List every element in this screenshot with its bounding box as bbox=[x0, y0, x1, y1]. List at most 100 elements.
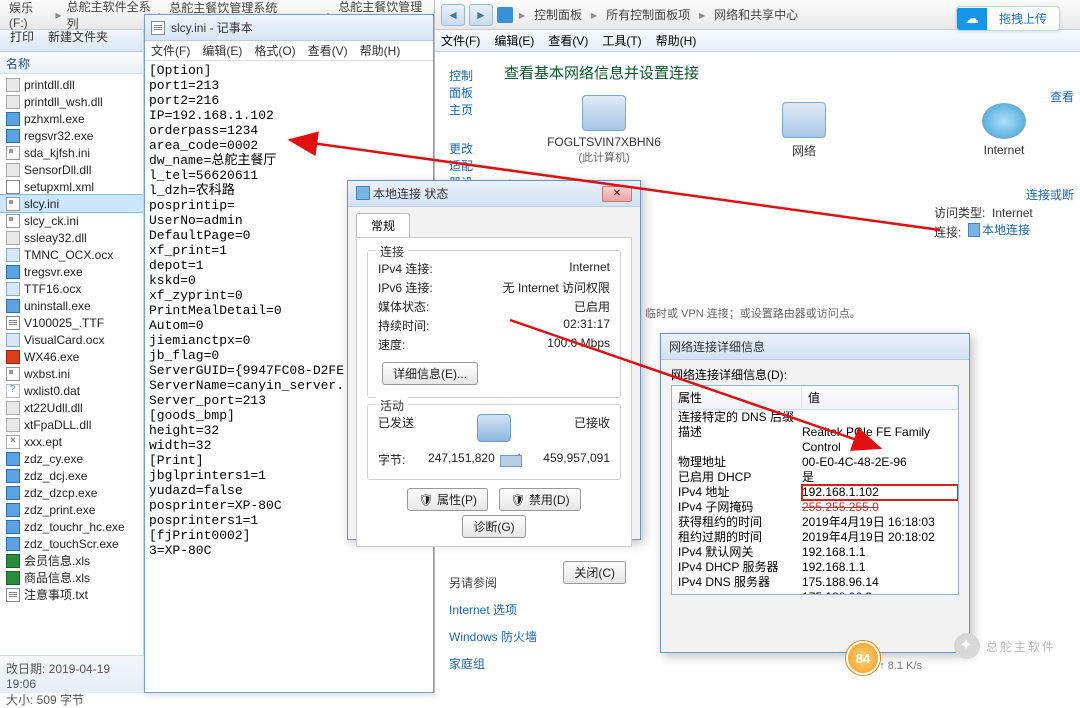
connect-disconnect-link[interactable]: 连接或断 bbox=[1026, 186, 1074, 203]
file-item[interactable]: zdz_dcj.exe bbox=[0, 467, 143, 484]
toolbar-print[interactable]: 打印 bbox=[10, 28, 34, 45]
nav-fwd-button[interactable]: ► bbox=[469, 4, 493, 26]
details-button[interactable]: 详细信息(E)... bbox=[382, 362, 478, 385]
file-item[interactable]: slcy_ck.ini bbox=[0, 212, 143, 229]
file-item[interactable]: SensorDll.dll bbox=[0, 161, 143, 178]
cp-crumb-1[interactable]: 所有控制面板项 bbox=[603, 6, 693, 23]
node-internet[interactable]: Internet bbox=[944, 103, 1064, 157]
np-menu-format[interactable]: 格式(O) bbox=[254, 42, 295, 59]
network-icon bbox=[782, 102, 826, 138]
cp-menu-file[interactable]: 文件(F) bbox=[441, 32, 480, 49]
detail-row[interactable]: 租约过期的时间2019年4月19日 20:18:02 bbox=[672, 530, 958, 545]
details-columns[interactable]: 属性 值 bbox=[672, 386, 958, 410]
detail-row[interactable]: IPv4 DHCP 服务器192.168.1.1 bbox=[672, 560, 958, 575]
detail-row[interactable]: 获得租约的时间2019年4月19日 16:18:03 bbox=[672, 515, 958, 530]
file-item[interactable]: zdz_dzcp.exe bbox=[0, 484, 143, 501]
view-full-map-link[interactable]: 查看 bbox=[1050, 88, 1074, 105]
file-item[interactable]: WX46.exe bbox=[0, 348, 143, 365]
local-connection-link[interactable]: 本地连接 bbox=[968, 221, 1030, 238]
detail-row[interactable]: 物理地址00-E0-4C-48-2E-96 bbox=[672, 455, 958, 470]
details-titlebar[interactable]: 网络连接详细信息 bbox=[661, 334, 969, 360]
crumb-1[interactable]: 总舵主软件全系列 bbox=[64, 0, 157, 32]
detail-row[interactable]: 175.188.96.9 bbox=[672, 590, 958, 595]
file-item[interactable]: zdz_touchScr.exe bbox=[0, 535, 143, 552]
file-name: setupxml.xml bbox=[24, 180, 94, 194]
file-item[interactable]: printdll_wsh.dll bbox=[0, 93, 143, 110]
file-item[interactable]: xt22Udll.dll bbox=[0, 399, 143, 416]
cp-menu-help[interactable]: 帮助(H) bbox=[656, 32, 697, 49]
upload-button[interactable]: ☁ 拖拽上传 bbox=[956, 6, 1060, 31]
file-item[interactable]: slcy.ini bbox=[0, 195, 143, 212]
file-item[interactable]: zdz_touchr_hc.exe bbox=[0, 518, 143, 535]
file-item[interactable]: printdll.dll bbox=[0, 76, 143, 93]
detail-row[interactable]: IPv4 DNS 服务器175.188.96.14 bbox=[672, 575, 958, 590]
file-name: regsvr32.exe bbox=[24, 129, 93, 143]
close-button[interactable]: ✕ bbox=[602, 186, 632, 202]
col-value[interactable]: 值 bbox=[802, 386, 958, 409]
cp-crumb-2[interactable]: 网络和共享中心 bbox=[711, 6, 801, 23]
tab-general[interactable]: 常规 bbox=[356, 213, 410, 237]
detail-row[interactable]: IPv4 默认网关192.168.1.1 bbox=[672, 545, 958, 560]
file-icon bbox=[6, 146, 20, 160]
file-item[interactable]: TMNC_OCX.ocx bbox=[0, 246, 143, 263]
cp-side-home[interactable]: 控制面板主页 bbox=[449, 64, 474, 121]
status-dialog-titlebar[interactable]: 本地连接 状态 ✕ bbox=[348, 181, 640, 207]
detail-row[interactable]: 连接特定的 DNS 后缀 bbox=[672, 410, 958, 425]
file-name: zdz_touchScr.exe bbox=[24, 537, 119, 551]
diagnose-button[interactable]: 诊断(G) bbox=[462, 515, 525, 538]
status-row: 速度:100.0 Mbps bbox=[378, 335, 610, 354]
file-item[interactable]: wxlist0.dat bbox=[0, 382, 143, 399]
speed-badge[interactable]: 84 bbox=[846, 641, 880, 675]
col-property[interactable]: 属性 bbox=[672, 386, 802, 409]
node-pc-name: FOGLTSVIN7XBHN6 bbox=[544, 135, 664, 149]
column-header-name[interactable]: 名称 bbox=[0, 52, 143, 74]
disable-button[interactable]: 🛡 禁用(D) bbox=[499, 488, 580, 511]
file-icon bbox=[6, 180, 20, 194]
crumb-0[interactable]: 娱乐 (F:) bbox=[6, 0, 54, 30]
np-menu-help[interactable]: 帮助(H) bbox=[360, 42, 401, 59]
close-dialog-button[interactable]: 关闭(C) bbox=[563, 561, 626, 584]
upload-label: 拖拽上传 bbox=[987, 7, 1059, 30]
file-icon bbox=[6, 520, 20, 534]
details-list[interactable]: 属性 值 连接特定的 DNS 后缀描述Realtek PCIe FE Famil… bbox=[671, 385, 959, 595]
np-menu-edit[interactable]: 编辑(E) bbox=[202, 42, 242, 59]
detail-row[interactable]: 描述Realtek PCIe FE Family Control bbox=[672, 425, 958, 455]
cp-crumb-0[interactable]: 控制面板 bbox=[531, 6, 585, 23]
cp-menu-edit[interactable]: 编辑(E) bbox=[494, 32, 534, 49]
group-activity: 活动 已发送 已接收 字节:247,151,820|459,957,091 bbox=[367, 404, 621, 480]
file-item[interactable]: 商品信息.xls bbox=[0, 569, 143, 586]
node-this-pc[interactable]: FOGLTSVIN7XBHN6 (此计算机) bbox=[544, 95, 664, 165]
detail-row[interactable]: IPv4 地址192.168.1.102 bbox=[672, 485, 958, 500]
file-item[interactable]: xxx.ept bbox=[0, 433, 143, 450]
cp-menu-view[interactable]: 查看(V) bbox=[548, 32, 588, 49]
file-item[interactable]: V100025_.TTF bbox=[0, 314, 143, 331]
file-item[interactable]: 会员信息.xls bbox=[0, 552, 143, 569]
file-item[interactable]: regsvr32.exe bbox=[0, 127, 143, 144]
file-icon bbox=[6, 265, 20, 279]
file-item[interactable]: uninstall.exe bbox=[0, 297, 143, 314]
detail-row[interactable]: IPv4 子网掩码255.255.255.0 bbox=[672, 500, 958, 515]
file-item[interactable]: ssleay32.dll bbox=[0, 229, 143, 246]
file-icon bbox=[6, 350, 20, 364]
file-item[interactable]: setupxml.xml bbox=[0, 178, 143, 195]
file-item[interactable]: sda_kjfsh.ini bbox=[0, 144, 143, 161]
file-item[interactable]: xtFpaDLL.dll bbox=[0, 416, 143, 433]
cp-menu-tools[interactable]: 工具(T) bbox=[602, 32, 641, 49]
file-item[interactable]: zdz_print.exe bbox=[0, 501, 143, 518]
file-item[interactable]: zdz_cy.exe bbox=[0, 450, 143, 467]
file-item[interactable]: wxbst.ini bbox=[0, 365, 143, 382]
np-menu-file[interactable]: 文件(F) bbox=[151, 42, 190, 59]
file-list[interactable]: printdll.dllprintdll_wsh.dllpzhxml.exe re… bbox=[0, 74, 143, 605]
file-item[interactable]: 注意事项.txt bbox=[0, 586, 143, 603]
file-item[interactable]: pzhxml.exe bbox=[0, 110, 143, 127]
np-menu-view[interactable]: 查看(V) bbox=[308, 42, 348, 59]
detail-row[interactable]: 已启用 DHCP是 bbox=[672, 470, 958, 485]
file-item[interactable]: TTF16.ocx bbox=[0, 280, 143, 297]
properties-button[interactable]: 🛡 属性(P) bbox=[407, 488, 488, 511]
node-network[interactable]: 网络 bbox=[744, 102, 864, 159]
nav-back-button[interactable]: ◄ bbox=[441, 4, 465, 26]
status-row: 媒体状态:已启用 bbox=[378, 297, 610, 316]
notepad-titlebar[interactable]: slcy.ini - 记事本 bbox=[145, 15, 433, 41]
file-item[interactable]: tregsvr.exe bbox=[0, 263, 143, 280]
file-item[interactable]: VisualCard.ocx bbox=[0, 331, 143, 348]
